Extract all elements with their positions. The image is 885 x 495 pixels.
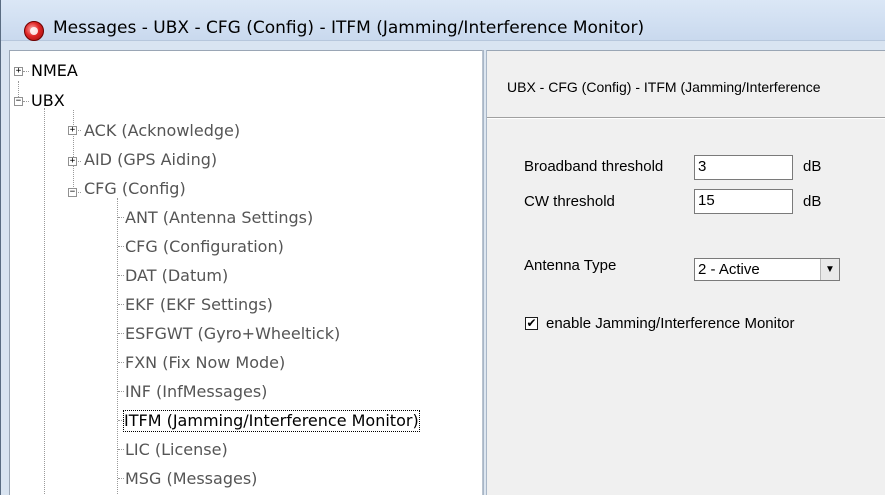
broadband-threshold-label: Broadband threshold	[524, 158, 664, 175]
tree-item-cfg[interactable]: CFG (Config)	[84, 179, 186, 199]
tree-item-lic[interactable]: LIC (License)	[125, 440, 228, 460]
tree-line	[118, 362, 124, 363]
expand-icon[interactable]: +	[14, 67, 23, 76]
title-bar[interactable]: Messages - UBX - CFG (Config) - ITFM (Ja…	[1, 0, 885, 41]
app-icon[interactable]	[24, 21, 44, 41]
expand-icon[interactable]: +	[68, 157, 77, 166]
tree-line	[118, 217, 124, 218]
tree-line	[118, 333, 124, 334]
dropdown-arrow-icon[interactable]: ▼	[820, 259, 839, 280]
enable-monitor-checkbox[interactable]: ✔	[525, 317, 538, 330]
tree-line	[118, 275, 124, 276]
tree-line	[23, 101, 29, 102]
tree-line	[118, 304, 124, 305]
tree-item-ubx[interactable]: UBX	[31, 91, 65, 111]
message-tree[interactable]: + NMEA − UBX + ACK (Acknowledge) + AID (…	[9, 50, 483, 495]
tree-line	[73, 110, 74, 197]
tree-item-dat[interactable]: DAT (Datum)	[125, 266, 228, 286]
tree-item-ant[interactable]: ANT (Antenna Settings)	[125, 208, 313, 228]
tree-item-ack[interactable]: ACK (Acknowledge)	[84, 121, 240, 141]
tree-line	[44, 108, 45, 495]
tree-item-aid[interactable]: AID (GPS Aiding)	[84, 150, 217, 170]
tree-item-ekf[interactable]: EKF (EKF Settings)	[125, 295, 273, 315]
client-area: + NMEA − UBX + ACK (Acknowledge) + AID (…	[9, 50, 885, 495]
antenna-type-label: Antenna Type	[524, 257, 617, 274]
panel-divider	[487, 117, 885, 119]
collapse-icon[interactable]: −	[68, 188, 77, 197]
tree-line	[118, 246, 124, 247]
antenna-type-select[interactable]: 2 - Active ▼	[694, 258, 840, 281]
tree-item-fxn[interactable]: FXN (Fix Now Mode)	[125, 353, 285, 373]
tree-item-nmea[interactable]: NMEA	[31, 61, 78, 81]
tree-item-msg[interactable]: MSG (Messages)	[125, 469, 257, 489]
cw-threshold-input[interactable]: 15	[694, 189, 793, 214]
cw-threshold-label: CW threshold	[524, 193, 615, 210]
itfm-config-panel: UBX - CFG (Config) - ITFM (Jamming/Inter…	[487, 50, 885, 495]
tree-line	[118, 391, 124, 392]
tree-item-inf[interactable]: INF (InfMessages)	[125, 382, 267, 402]
tree-line	[118, 449, 124, 450]
window-title: Messages - UBX - CFG (Config) - ITFM (Ja…	[53, 18, 645, 38]
broadband-threshold-input[interactable]: 3	[694, 155, 793, 180]
tree-line	[18, 81, 19, 97]
collapse-icon[interactable]: −	[14, 97, 23, 106]
tree-line	[23, 71, 29, 72]
tree-item-itfm[interactable]: ITFM (Jamming/Interference Monitor)	[123, 410, 420, 432]
panel-header: UBX - CFG (Config) - ITFM (Jamming/Inter…	[507, 79, 821, 95]
broadband-unit: dB	[803, 158, 822, 175]
antenna-type-value: 2 - Active	[698, 261, 760, 278]
expand-icon[interactable]: +	[68, 126, 77, 135]
cw-unit: dB	[803, 193, 822, 210]
messages-window: Messages - UBX - CFG (Config) - ITFM (Ja…	[0, 0, 885, 495]
tree-item-cfg-configuration[interactable]: CFG (Configuration)	[125, 237, 284, 257]
tree-line	[117, 198, 118, 495]
enable-monitor-label[interactable]: enable Jamming/Interference Monitor	[546, 315, 794, 332]
tree-line	[118, 478, 124, 479]
tree-item-esfgwt[interactable]: ESFGWT (Gyro+Wheeltick)	[125, 324, 340, 344]
